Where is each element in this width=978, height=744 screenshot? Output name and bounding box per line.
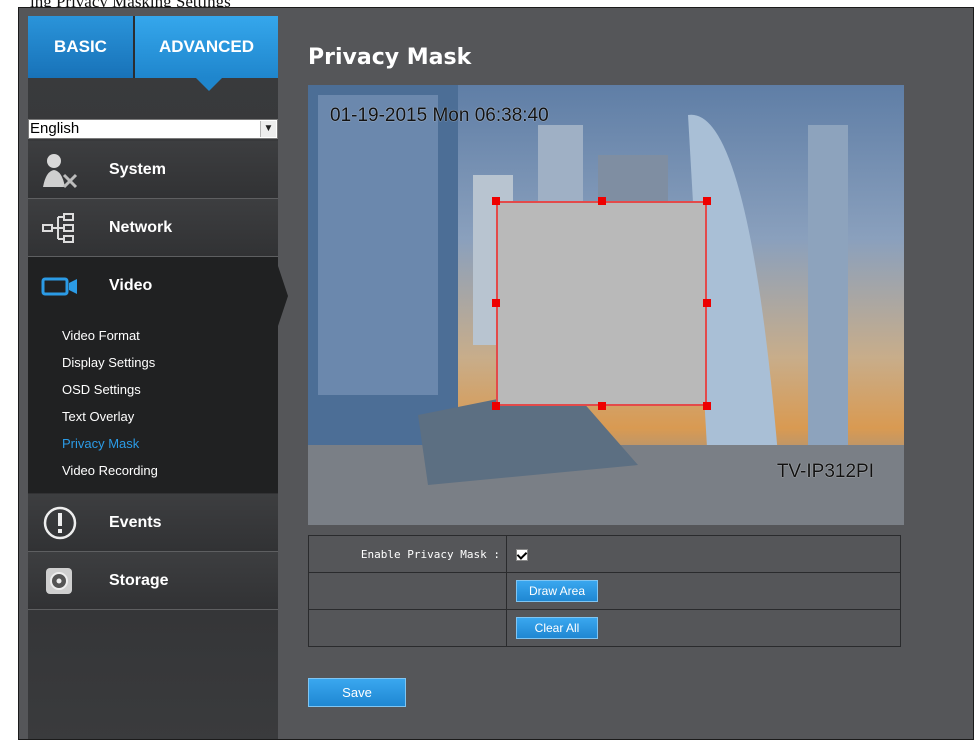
alert-circle-icon xyxy=(43,506,77,540)
mode-tabs: BASIC ADVANCED xyxy=(28,16,278,78)
osd-device-name: TV-IP312PI xyxy=(776,461,874,482)
network-tree-icon xyxy=(42,213,74,243)
submenu-item-video-recording[interactable]: Video Recording xyxy=(62,457,158,484)
camera-preview[interactable]: 01-19-2015 Mon 06:38:40 TV-IP312PI xyxy=(308,85,904,525)
sidebar-item-video[interactable]: Video xyxy=(28,257,278,315)
sidebar-item-label: Storage xyxy=(109,572,169,589)
table-row: Clear All xyxy=(308,609,901,647)
osd-timestamp: 01-19-2015 Mon 06:38:40 xyxy=(330,105,549,126)
tab-basic[interactable]: BASIC xyxy=(28,16,133,78)
privacy-mask-settings: Enable Privacy Mask : Draw Area Clear Al… xyxy=(308,535,901,647)
enable-privacy-mask-label: Enable Privacy Mask : xyxy=(308,535,507,573)
enable-privacy-mask-cell xyxy=(506,535,901,573)
resize-handle-s[interactable] xyxy=(598,402,606,410)
system-tools-icon xyxy=(43,154,78,189)
empty-label-cell xyxy=(308,572,507,610)
enable-privacy-mask-checkbox[interactable] xyxy=(516,548,528,561)
sidebar-item-label: Video xyxy=(109,277,153,294)
video-submenu: Video Format Display Settings OSD Settin… xyxy=(28,315,278,493)
main-content: Privacy Mask 01-19-2015 Mon 06:38:40 TV-… xyxy=(278,8,973,739)
sidebar-item-label: Events xyxy=(109,514,162,531)
clear-all-cell: Clear All xyxy=(506,609,901,647)
language-select-value: English xyxy=(30,120,80,137)
submenu-item-privacy-mask[interactable]: Privacy Mask xyxy=(62,430,139,457)
sidebar-item-label: System xyxy=(109,161,166,178)
app-frame: BASIC ADVANCED English ▼ System Network … xyxy=(18,7,974,740)
resize-handle-e[interactable] xyxy=(703,299,711,307)
table-row: Draw Area xyxy=(308,572,901,610)
sidebar-item-storage[interactable]: Storage xyxy=(28,552,278,610)
draw-area-cell: Draw Area xyxy=(506,572,901,610)
language-select[interactable]: English ▼ xyxy=(28,119,278,139)
submenu-item-video-format[interactable]: Video Format xyxy=(62,322,140,349)
video-camera-icon xyxy=(41,277,77,296)
submenu-item-osd-settings[interactable]: OSD Settings xyxy=(62,376,141,403)
resize-handle-sw[interactable] xyxy=(492,402,500,410)
clear-all-button[interactable]: Clear All xyxy=(516,617,598,639)
sidebar-item-label: Network xyxy=(109,219,173,236)
resize-handle-nw[interactable] xyxy=(492,197,500,205)
storage-disk-icon xyxy=(46,568,72,594)
sidebar-item-system[interactable]: System xyxy=(28,141,278,199)
resize-handle-n[interactable] xyxy=(598,197,606,205)
chevron-down-icon[interactable]: ▼ xyxy=(260,121,276,137)
empty-label-cell xyxy=(308,609,507,647)
resize-handle-w[interactable] xyxy=(492,299,500,307)
sidebar: BASIC ADVANCED English ▼ System Network … xyxy=(28,16,288,739)
resize-handle-se[interactable] xyxy=(703,402,711,410)
page-title: Privacy Mask xyxy=(308,45,472,70)
active-tab-indicator xyxy=(196,78,222,91)
save-button[interactable]: Save xyxy=(308,678,406,707)
submenu-item-display-settings[interactable]: Display Settings xyxy=(62,349,155,376)
sidebar-item-network[interactable]: Network xyxy=(28,199,278,257)
draw-area-button[interactable]: Draw Area xyxy=(516,580,598,602)
tab-advanced[interactable]: ADVANCED xyxy=(135,16,278,78)
privacy-mask-area[interactable] xyxy=(492,197,711,410)
submenu-item-text-overlay[interactable]: Text Overlay xyxy=(62,403,134,430)
resize-handle-ne[interactable] xyxy=(703,197,711,205)
table-row: Enable Privacy Mask : xyxy=(308,535,901,573)
sidebar-item-events[interactable]: Events xyxy=(28,494,278,552)
